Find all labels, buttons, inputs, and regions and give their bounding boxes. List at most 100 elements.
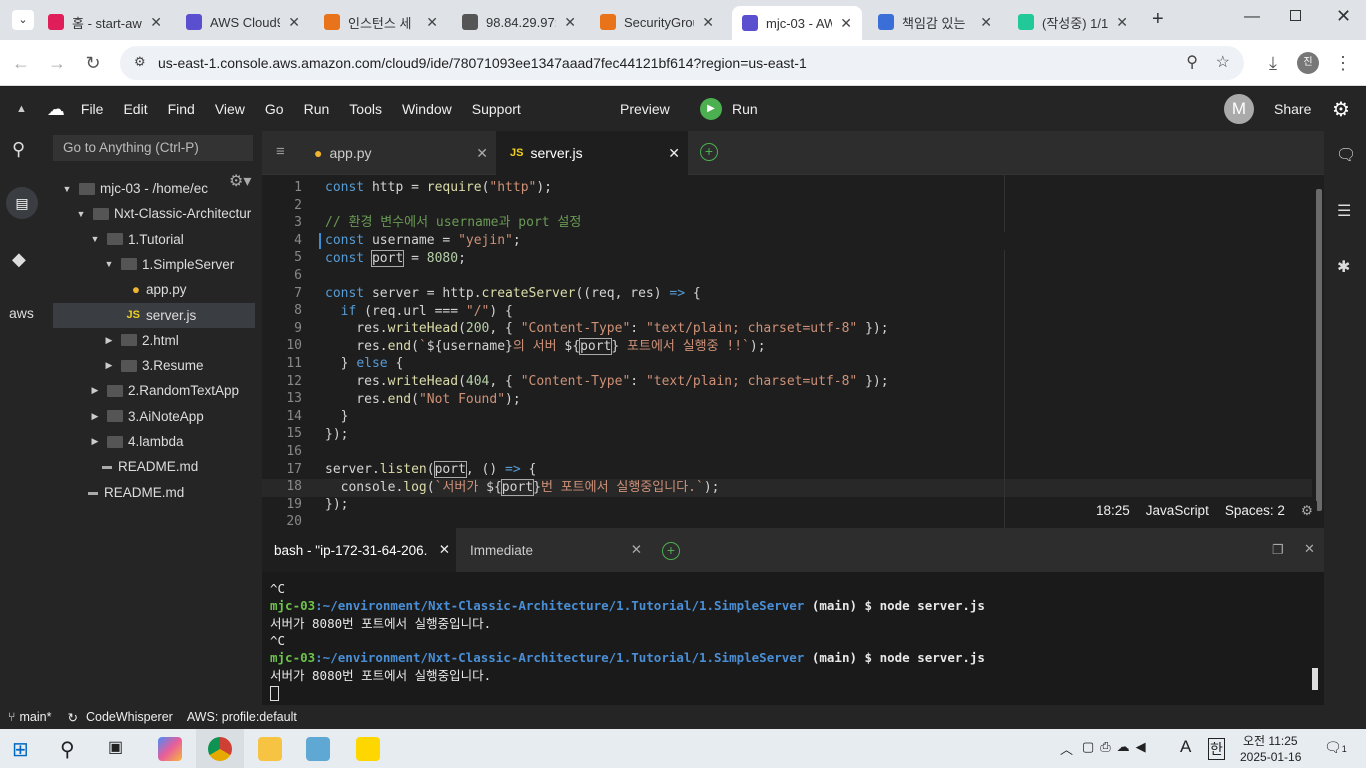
sticky-notes-icon[interactable] [356,737,380,761]
download-icon[interactable]: ⤓ [1262,53,1284,74]
menu-tools[interactable]: Tools [349,101,382,117]
menu-support[interactable]: Support [472,101,521,117]
tree-item[interactable]: ▶ 3.Resume [44,353,262,378]
chevron-down-icon[interactable]: ▼ [88,234,102,244]
notepad-icon[interactable] [306,737,330,761]
tab-list-icon[interactable]: ≡ [276,143,285,160]
close-icon[interactable]: ✕ [150,14,162,31]
aws-profile-status[interactable]: AWS: profile:default [187,710,297,724]
site-info-icon[interactable]: ⚙ [134,54,146,70]
chevron-down-icon[interactable]: ▼ [102,259,116,269]
source-control-icon[interactable]: ◆ [12,249,26,270]
bookmark-star-icon[interactable]: ☆ [1216,52,1230,72]
close-icon[interactable]: ✕ [439,542,450,558]
close-icon[interactable]: ✕ [840,15,852,32]
menu-file[interactable]: File [81,101,104,117]
chevron-right-icon[interactable]: ▶ [88,411,102,422]
tree-item[interactable]: JS server.js [53,302,255,328]
debugger-icon[interactable]: ✱ [1337,257,1350,277]
menu-view[interactable]: View [215,101,245,117]
cloud9-logo-icon[interactable]: ☁ [47,99,65,120]
tab-bash[interactable]: bash - "ip-172-31-64-206. ✕ [262,528,456,572]
ime-mode[interactable]: A [1180,737,1191,757]
file-explorer-icon[interactable] [258,737,282,761]
windows-start-icon[interactable]: ⊞ [12,737,36,761]
close-icon[interactable]: ✕ [668,145,680,162]
environment-icon[interactable]: ▤ [6,187,38,219]
search-icon[interactable]: ⚲ [12,139,25,160]
editor-scrollbar[interactable] [1316,189,1322,511]
close-icon[interactable]: ✕ [1116,14,1128,31]
reload-icon[interactable]: ↻ [82,53,104,74]
terminal-output[interactable]: ^C mjc-03:~/environment/Nxt-Classic-Archi… [262,572,1324,705]
tray-chevron-icon[interactable]: ︿ [1060,739,1073,758]
close-icon[interactable]: ✕ [288,14,300,31]
close-icon[interactable]: ✕ [476,145,488,162]
chevron-right-icon[interactable]: ▶ [102,360,116,371]
tree-item[interactable]: ▶ 4.lambda [44,429,262,454]
new-tab-button[interactable]: + [1152,8,1164,31]
tree-item[interactable]: ▶ 3.AiNoteApp [44,404,262,429]
browser-tab[interactable]: AWS Cloud9 ✕ [176,8,310,36]
tree-item[interactable]: ▼ Nxt-Classic-Architectur [44,201,262,226]
menu-find[interactable]: Find [168,101,195,117]
maximize-button[interactable] [1290,10,1301,21]
menu-window[interactable]: Window [402,101,452,117]
collaborate-icon[interactable]: 🗨 [1336,145,1356,165]
terminal-scrollbar[interactable] [1312,668,1318,690]
run-button[interactable]: ▶ Run [700,98,758,120]
close-icon[interactable]: ✕ [426,14,438,31]
codewhisperer-status[interactable]: CodeWhisperer [86,710,173,724]
copilot-icon[interactable] [158,737,182,761]
search-icon[interactable]: ⚲ [60,737,84,761]
git-branch-icon[interactable]: ⑂ [8,710,16,724]
browser-tab[interactable]: (작성중) 1/1 ✕ [1008,8,1138,36]
maximize-panel-icon[interactable]: ❐ [1272,542,1284,558]
indent-setting[interactable]: Spaces: 2 [1225,503,1285,519]
tree-item[interactable]: ▼ mjc-03 - /home/ec [44,176,262,201]
browser-tab[interactable]: 98.84.29.97:8✕ [452,8,586,36]
task-view-icon[interactable]: ▣ [108,737,132,761]
tab-app-py[interactable]: ● app.py ✕ [300,131,496,175]
settings-gear-icon[interactable]: ⚙ [1332,97,1350,122]
close-icon[interactable]: ✕ [631,542,642,558]
chevron-down-icon[interactable]: ▼ [74,209,88,219]
git-branch[interactable]: main* [20,710,52,724]
menu-run[interactable]: Run [304,101,330,117]
aws-icon[interactable]: aws [9,305,34,321]
tree-item[interactable]: ▬ README.md [44,454,262,479]
close-icon[interactable]: ✕ [702,14,714,31]
editor-settings-gear-icon[interactable]: ⚙ [1301,503,1313,519]
close-window-button[interactable]: ✕ [1336,6,1351,27]
language-mode[interactable]: JavaScript [1146,503,1209,519]
user-avatar[interactable]: M [1224,94,1254,124]
outline-icon[interactable]: ☰ [1337,201,1351,221]
back-icon[interactable]: ← [10,53,32,74]
menu-edit[interactable]: Edit [123,101,147,117]
chevron-right-icon[interactable]: ▶ [88,385,102,396]
tab-search-icon[interactable]: ⌄ [12,10,34,30]
close-icon[interactable]: ✕ [564,14,576,31]
tree-item[interactable]: ▼ 1.SimpleServer [44,252,262,277]
close-panel-icon[interactable]: ✕ [1304,541,1315,557]
browser-tab[interactable]: mjc-03 - AW ✕ [732,6,862,40]
zoom-icon[interactable]: ⚲ [1186,52,1198,72]
menu-go[interactable]: Go [265,101,284,117]
ime-lang[interactable]: 한 [1208,738,1225,760]
browser-tab[interactable]: 책임감 있는 ✕ [868,8,1002,36]
clock-date[interactable]: 2025-01-16 [1240,750,1301,764]
tree-item[interactable]: ▼ 1.Tutorial [44,227,262,252]
chevron-right-icon[interactable]: ▶ [102,335,116,346]
chevron-right-icon[interactable]: ▶ [88,436,102,447]
clock-time[interactable]: 오전 11:25 [1243,732,1298,749]
browser-tab[interactable]: 인스턴스 세 ✕ [314,8,448,36]
tree-item[interactable]: ● app.py [44,277,262,302]
tree-item[interactable]: ▶ 2.RandomTextApp [44,378,262,403]
new-tab-plus-icon[interactable]: + [700,143,718,161]
close-icon[interactable]: ✕ [980,14,992,31]
minimize-button[interactable]: — [1244,8,1260,26]
notification-icon[interactable]: 🗨1 [1324,739,1347,756]
sync-icon[interactable]: ↻ [67,710,77,725]
tab-immediate[interactable]: Immediate ✕ [456,528,650,572]
browser-menu-icon[interactable]: ⋮ [1332,53,1354,74]
